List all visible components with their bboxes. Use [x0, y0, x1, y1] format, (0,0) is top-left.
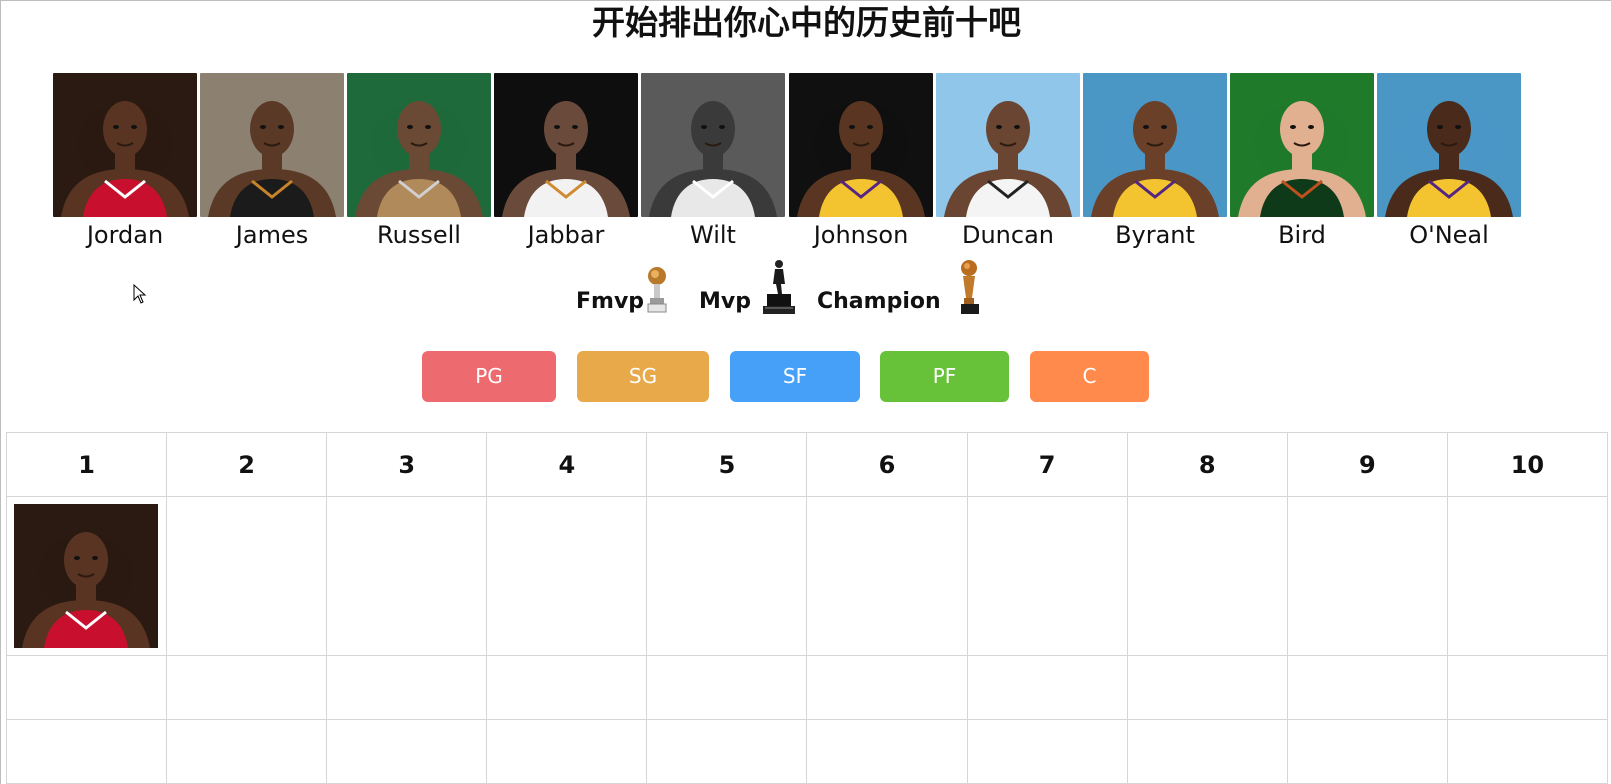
rank-slot[interactable] — [5, 655, 168, 720]
rank-header-9: 9 — [1286, 432, 1448, 497]
position-button-sg[interactable]: SG — [577, 351, 709, 402]
rank-slot[interactable] — [966, 719, 1128, 784]
ranking-header-row: 1 2 3 4 5 6 7 8 9 10 — [5, 432, 1609, 497]
player-pool: Jordan James Russell Jabbar Wilt Johnson Dunca… — [53, 73, 1563, 253]
award-mvp[interactable]: Mvp — [699, 258, 797, 316]
rank-slot-10[interactable] — [1446, 496, 1609, 656]
player-photo-duncan[interactable] — [936, 73, 1080, 217]
player-photo-wilt[interactable] — [641, 73, 785, 217]
player-name-oneal: O'Neal — [1409, 221, 1489, 249]
rank-slot[interactable] — [1446, 719, 1609, 784]
mouse-pointer-icon — [133, 283, 147, 308]
rank-slot[interactable] — [166, 655, 328, 720]
rank-slot[interactable] — [1446, 655, 1609, 720]
rank-slot-8[interactable] — [1126, 496, 1288, 656]
player-name-johnson: Johnson — [813, 221, 909, 249]
ranking-row — [5, 719, 1609, 784]
rank-slot[interactable] — [486, 655, 648, 720]
player-photo-james[interactable] — [200, 73, 344, 217]
position-button-sf[interactable]: SF — [730, 351, 860, 402]
rank-header-3: 3 — [326, 432, 488, 497]
player-card-russell[interactable]: Russell — [347, 73, 491, 251]
player-card-wilt[interactable]: Wilt — [641, 73, 785, 251]
player-card-bird[interactable]: Bird — [1230, 73, 1374, 251]
rank-slot-5[interactable] — [646, 496, 808, 656]
rank-header-5: 5 — [646, 432, 808, 497]
award-label-mvp: Mvp — [699, 289, 751, 314]
fmvp-trophy-icon — [644, 264, 670, 316]
player-card-jabbar[interactable]: Jabbar — [494, 73, 638, 251]
player-card-byrant[interactable]: Byrant — [1083, 73, 1227, 251]
rank-header-7: 7 — [966, 432, 1128, 497]
ranking-table: 1 2 3 4 5 6 7 8 9 10 — [5, 432, 1609, 784]
player-photo-johnson[interactable] — [789, 73, 933, 217]
player-photo-byrant[interactable] — [1083, 73, 1227, 217]
player-card-duncan[interactable]: Duncan — [936, 73, 1080, 251]
position-button-pf[interactable]: PF — [880, 351, 1009, 402]
rank-header-4: 4 — [486, 432, 648, 497]
rank-slot[interactable] — [166, 719, 328, 784]
ranking-row — [5, 655, 1609, 720]
page-title: 开始排出你心中的历史前十吧 — [592, 3, 1021, 42]
player-photo-jordan[interactable] — [53, 73, 197, 217]
player-name-byrant: Byrant — [1115, 221, 1195, 249]
award-champion[interactable]: Champion — [817, 258, 985, 316]
position-button-pg[interactable]: PG — [422, 351, 556, 402]
award-label-champion: Champion — [817, 289, 941, 314]
mvp-trophy-icon — [761, 258, 797, 316]
rank-slot[interactable] — [966, 655, 1128, 720]
award-filters: Fmvp Mvp Champion — [576, 256, 1016, 316]
position-filters: PG SG SF PF C — [1, 351, 1611, 403]
player-name-duncan: Duncan — [961, 221, 1054, 249]
award-fmvp[interactable]: Fmvp — [576, 264, 670, 316]
award-label-fmvp: Fmvp — [576, 289, 645, 314]
player-name-wilt: Wilt — [690, 221, 736, 249]
rank-slot-9[interactable] — [1286, 496, 1448, 656]
player-card-johnson[interactable]: Johnson — [789, 73, 933, 251]
rank-slot[interactable] — [806, 655, 968, 720]
rank-slot[interactable] — [646, 719, 808, 784]
position-button-c[interactable]: C — [1030, 351, 1149, 402]
placed-player-jordan[interactable] — [14, 504, 159, 648]
rank-slot[interactable] — [1126, 655, 1288, 720]
player-name-bird: Bird — [1278, 221, 1326, 249]
rank-header-6: 6 — [806, 432, 968, 497]
rank-slot[interactable] — [5, 719, 168, 784]
rank-slot[interactable] — [1286, 655, 1448, 720]
rank-slot-7[interactable] — [966, 496, 1128, 656]
rank-slot-4[interactable] — [486, 496, 648, 656]
ranking-row — [5, 496, 1609, 656]
player-name-russell: Russell — [377, 221, 461, 249]
player-photo-russell[interactable] — [347, 73, 491, 217]
player-name-jabbar: Jabbar — [527, 221, 605, 249]
rank-slot-6[interactable] — [806, 496, 968, 656]
championship-trophy-icon — [955, 258, 985, 316]
rank-slot[interactable] — [1286, 719, 1448, 784]
player-card-jordan[interactable]: Jordan — [53, 73, 197, 251]
rank-slot-3[interactable] — [326, 496, 488, 656]
rank-slot[interactable] — [1126, 719, 1288, 784]
rank-slot[interactable] — [326, 655, 488, 720]
player-photo-jabbar[interactable] — [494, 73, 638, 217]
rank-header-1: 1 — [5, 432, 168, 497]
rank-header-8: 8 — [1126, 432, 1288, 497]
player-card-james[interactable]: James — [200, 73, 344, 251]
player-photo-oneal[interactable] — [1377, 73, 1521, 217]
player-card-oneal[interactable]: O'Neal — [1377, 73, 1521, 251]
rank-slot-1[interactable] — [5, 496, 168, 656]
rank-slot-2[interactable] — [166, 496, 328, 656]
rank-slot[interactable] — [326, 719, 488, 784]
rank-header-2: 2 — [166, 432, 328, 497]
player-photo-bird[interactable] — [1230, 73, 1374, 217]
rank-slot[interactable] — [486, 719, 648, 784]
player-name-james: James — [235, 221, 309, 249]
rank-slot[interactable] — [646, 655, 808, 720]
rank-header-10: 10 — [1446, 432, 1609, 497]
player-name-jordan: Jordan — [86, 221, 164, 249]
rank-slot[interactable] — [806, 719, 968, 784]
